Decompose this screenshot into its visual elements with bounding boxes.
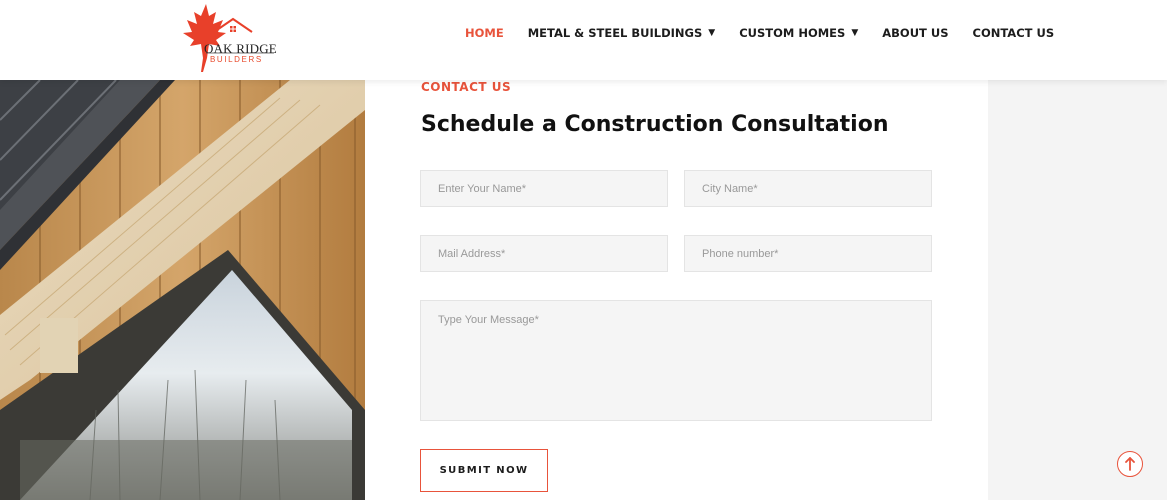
nav-item-about-us[interactable]: ABOUT US: [882, 26, 948, 40]
nav-item-label: CUSTOM HOMES: [739, 26, 846, 40]
city-field[interactable]: [684, 170, 932, 207]
name-field[interactable]: [420, 170, 668, 207]
brand-subtitle: BUILDERS: [210, 55, 263, 64]
nav-item-label: CONTACT US: [972, 26, 1055, 40]
main-nav: HOME METAL & STEEL BUILDINGS ▼ CUSTOM HO…: [465, 24, 1054, 42]
phone-field[interactable]: [684, 235, 932, 272]
arrow-up-icon: [1125, 457, 1135, 471]
dropdown-caret-icon: ▼: [708, 28, 716, 38]
section-title: Schedule a Construction Consultation: [421, 112, 889, 137]
hero-image: [0, 80, 365, 500]
nav-item-label: METAL & STEEL BUILDINGS: [527, 26, 703, 40]
nav-item-custom-homes[interactable]: CUSTOM HOMES ▼: [739, 26, 858, 40]
nav-item-label: HOME: [465, 26, 504, 40]
message-field[interactable]: [420, 300, 932, 421]
nav-item-contact-us[interactable]: CONTACT US: [973, 26, 1055, 40]
side-panel: [988, 80, 1167, 500]
page: OAK RIDGE BUILDERS HOME METAL & STEEL BU…: [0, 0, 1167, 500]
nav-item-home[interactable]: HOME: [465, 26, 504, 40]
timber-house-photo: [0, 80, 365, 500]
email-field[interactable]: [420, 235, 668, 272]
nav-item-metal-steel-buildings[interactable]: METAL & STEEL BUILDINGS ▼: [528, 26, 716, 40]
nav-item-label: ABOUT US: [882, 26, 949, 40]
section-eyebrow: CONTACT US: [421, 80, 512, 94]
site-header: OAK RIDGE BUILDERS HOME METAL & STEEL BU…: [0, 0, 1167, 80]
scroll-top-button[interactable]: [1117, 451, 1143, 477]
submit-button[interactable]: SUBMIT NOW: [420, 449, 548, 492]
dropdown-caret-icon: ▼: [851, 28, 859, 38]
brand-logo[interactable]: OAK RIDGE BUILDERS: [176, 2, 286, 72]
